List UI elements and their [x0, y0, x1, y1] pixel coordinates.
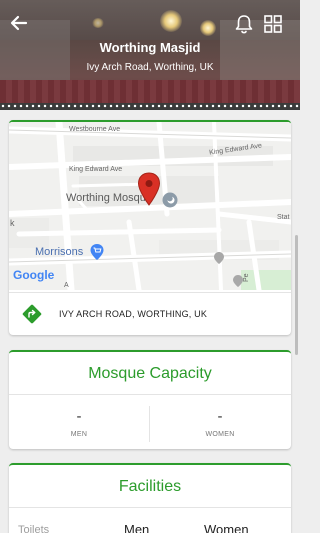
back-button[interactable]	[8, 12, 30, 34]
men-capacity-label: MEN	[70, 431, 88, 438]
google-logo-text: Google	[13, 268, 55, 282]
chandelier-light	[200, 20, 216, 36]
facilities-column-header: Women	[204, 522, 249, 533]
tree-marker-icon	[214, 252, 224, 264]
divider	[9, 394, 291, 395]
street-label: Stat	[277, 214, 290, 221]
mosque-marker-icon	[162, 192, 178, 208]
street-label: k	[10, 218, 15, 228]
chandelier-light	[92, 18, 104, 28]
women-capacity-label: WOMEN	[205, 431, 235, 438]
location-card: Westbourne Ave King Edward Ave King Edwa…	[9, 120, 291, 335]
facilities-card: Facilities Toilets Men Women	[9, 463, 291, 533]
poi-label: Morrisons	[35, 246, 84, 258]
location-pin-icon[interactable]	[137, 172, 161, 206]
menu-grid-button[interactable]	[263, 14, 283, 34]
address-text: IVY ARCH ROAD, WORTHING, UK	[59, 309, 208, 319]
directions-icon	[22, 304, 42, 324]
facilities-column-header: Toilets	[18, 524, 50, 533]
arrow-left-icon	[10, 15, 28, 31]
directions-row[interactable]: IVY ARCH ROAD, WORTHING, UK	[9, 292, 291, 335]
men-capacity-value: -	[76, 408, 82, 425]
google-logo: Google	[13, 268, 54, 282]
shopping-cart-icon	[90, 244, 104, 260]
street-label: Westbourne Ave	[69, 126, 121, 133]
capacity-title: Mosque Capacity	[88, 365, 212, 382]
mosque-header-banner	[0, 0, 300, 110]
facilities-title: Facilities	[118, 478, 182, 495]
street-label: King Edward Ave	[69, 166, 123, 173]
facilities-column-header: Men	[124, 522, 150, 533]
bell-icon	[235, 15, 253, 34]
scrollbar-thumb[interactable]	[295, 235, 298, 355]
grid-icon	[264, 15, 282, 33]
tree-marker-icon	[233, 275, 243, 287]
mosque-name: Worthing Masjid	[99, 40, 201, 55]
women-capacity-value: -	[217, 408, 223, 425]
map-view[interactable]: Westbourne Ave King Edward Ave King Edwa…	[9, 122, 291, 290]
header-dotted-border	[0, 103, 300, 110]
chandelier-light	[160, 10, 182, 32]
notifications-button[interactable]	[234, 13, 254, 35]
capacity-card: Mosque Capacity - MEN - WOMEN	[9, 350, 291, 449]
divider	[9, 507, 291, 508]
street-label: A	[64, 282, 69, 289]
mosque-address-subtitle: Ivy Arch Road, Worthing, UK	[86, 62, 214, 73]
street-label: Pe	[243, 273, 250, 282]
